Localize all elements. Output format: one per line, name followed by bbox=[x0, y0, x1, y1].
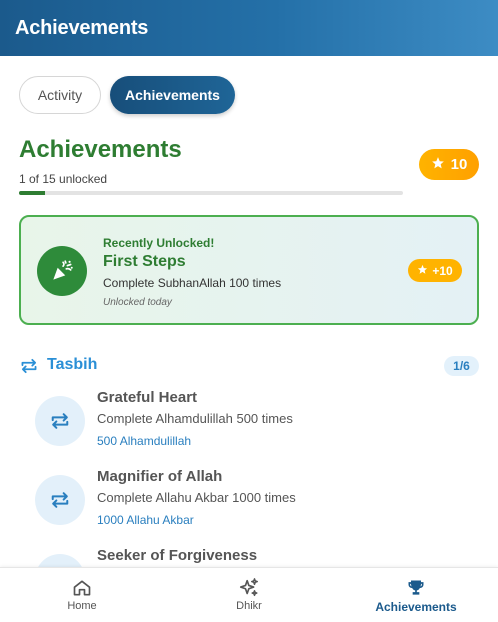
bottom-navigation: Home Dhikr Achievements bbox=[0, 567, 498, 622]
recently-unlocked-label: Recently Unlocked! bbox=[103, 236, 215, 250]
achievement-item[interactable]: Grateful Heart Complete Alhamdulillah 50… bbox=[35, 389, 475, 466]
tab-activity[interactable]: Activity bbox=[19, 76, 101, 114]
star-icon bbox=[431, 156, 445, 174]
unlocked-count: 1 of 15 unlocked bbox=[19, 172, 108, 186]
tab-achievements[interactable]: Achievements bbox=[110, 76, 235, 114]
recent-achievement-date: Unlocked today bbox=[103, 297, 172, 308]
unlock-progress-bar bbox=[19, 191, 403, 195]
achievement-progress: 1000 Allahu Akbar bbox=[97, 513, 194, 527]
achievement-title: Magnifier of Allah bbox=[97, 468, 223, 485]
achievement-item[interactable]: Magnifier of Allah Complete Allahu Akbar… bbox=[35, 468, 475, 545]
achievement-title: Seeker of Forgiveness bbox=[97, 547, 258, 564]
sparkles-icon bbox=[238, 578, 260, 598]
star-icon bbox=[417, 264, 428, 278]
page-title: Achievements bbox=[19, 136, 182, 163]
category-title: Tasbih bbox=[47, 356, 98, 373]
home-icon bbox=[71, 578, 93, 598]
party-popper-icon bbox=[37, 246, 87, 296]
points-value: 10 bbox=[450, 156, 468, 173]
nav-label: Dhikr bbox=[236, 600, 262, 612]
points-badge: 10 bbox=[419, 149, 479, 180]
achievement-title: Grateful Heart bbox=[97, 389, 198, 406]
category-header-tasbih[interactable]: Tasbih 1/6 bbox=[19, 352, 479, 380]
nav-label: Achievements bbox=[375, 600, 457, 614]
recent-achievement-title: First Steps bbox=[103, 253, 186, 270]
nav-home[interactable]: Home bbox=[52, 568, 112, 622]
achievement-progress: 500 Alhamdulillah bbox=[97, 434, 192, 448]
tab-bar: Activity Achievements bbox=[19, 76, 235, 114]
trophy-icon bbox=[405, 578, 427, 598]
app-header: Achievements bbox=[0, 0, 498, 56]
repeat-icon bbox=[35, 475, 85, 525]
achievement-description: Complete Allahu Akbar 1000 times bbox=[97, 490, 296, 505]
reward-value: +10 bbox=[432, 263, 453, 278]
category-count-badge: 1/6 bbox=[444, 356, 479, 376]
unlock-progress-fill bbox=[19, 191, 45, 195]
achievement-description: Complete Alhamdulillah 500 times bbox=[97, 411, 293, 426]
reward-badge: +10 bbox=[408, 259, 462, 282]
repeat-icon bbox=[35, 396, 85, 446]
repeat-icon bbox=[19, 357, 39, 375]
nav-label: Home bbox=[67, 600, 97, 612]
recently-unlocked-card: Recently Unlocked! First Steps Complete … bbox=[19, 215, 479, 325]
nav-dhikr[interactable]: Dhikr bbox=[219, 568, 279, 622]
nav-achievements[interactable]: Achievements bbox=[366, 568, 466, 622]
recent-achievement-description: Complete SubhanAllah 100 times bbox=[103, 276, 282, 290]
header-title: Achievements bbox=[15, 16, 149, 39]
